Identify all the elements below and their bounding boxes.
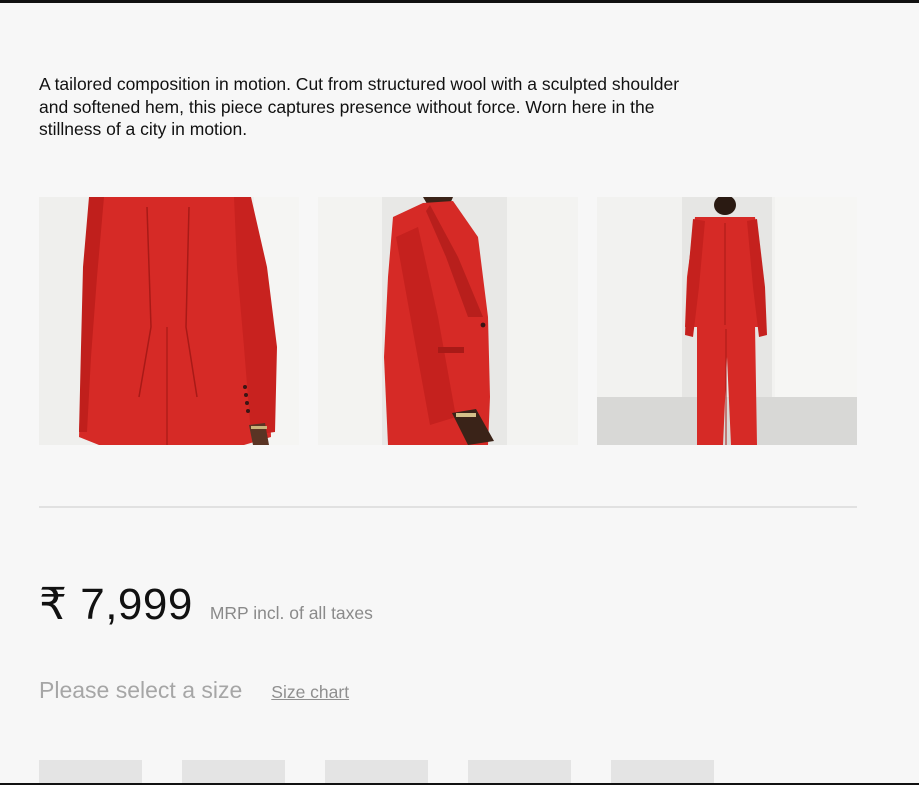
size-chart-link[interactable]: Size chart bbox=[271, 682, 349, 703]
product-image-full-back[interactable] bbox=[597, 197, 857, 445]
size-selector-header: Please select a size Size chart bbox=[39, 677, 349, 704]
product-page: A tailored composition in motion. Cut fr… bbox=[0, 0, 919, 785]
size-button-m[interactable]: M bbox=[325, 760, 428, 783]
product-image-back-detail[interactable] bbox=[39, 197, 299, 445]
size-button-l[interactable]: L bbox=[468, 760, 571, 783]
product-image-side[interactable] bbox=[318, 197, 578, 445]
size-select-prompt: Please select a size bbox=[39, 677, 243, 703]
size-button-s[interactable]: S bbox=[182, 760, 285, 783]
suit-full-back-illustration bbox=[597, 197, 857, 445]
price-tax-note: MRP incl. of all taxes bbox=[209, 603, 373, 623]
product-description: A tailored composition in motion. Cut fr… bbox=[39, 74, 680, 139]
price-row: ₹ 7,999 MRP incl. of all taxes bbox=[39, 577, 373, 633]
section-divider bbox=[39, 506, 857, 508]
blazer-back-detail-illustration bbox=[39, 197, 299, 445]
product-price: ₹ 7,999 bbox=[39, 580, 193, 629]
product-gallery bbox=[39, 197, 857, 445]
size-button-xl[interactable]: XL bbox=[611, 760, 714, 783]
size-button-xs[interactable]: XS bbox=[39, 760, 142, 783]
size-options: XS S M L XL bbox=[39, 760, 714, 783]
blazer-side-illustration bbox=[318, 197, 578, 445]
